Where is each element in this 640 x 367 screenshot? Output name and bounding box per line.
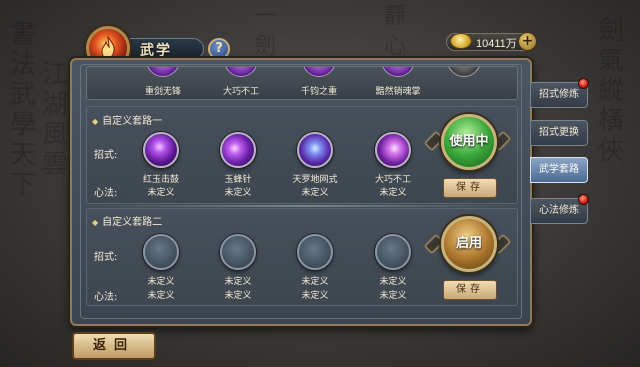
skill-name: 千钧之重 [300,87,338,97]
notification-badge [578,78,589,89]
skill-row-label: 招式: [94,150,118,161]
method-name[interactable]: 未定义 [301,288,328,301]
method-name[interactable]: 未定义 [147,185,174,198]
empty-skill-slot-1[interactable] [143,234,179,270]
notification-badge [578,194,589,205]
background-calligraphy: 一劍 [253,4,276,59]
set-2-title-text: 自定义套路二 [102,217,163,228]
add-currency-button[interactable]: + [518,32,537,51]
method-name[interactable]: 未定义 [379,288,406,301]
skill-name: 大巧不工 [374,175,412,185]
method-row-label: 心法: [94,292,118,303]
enable-button[interactable]: 启用 [441,216,497,272]
equipped-skills-strip[interactable]: 重剑无锋 大巧不工 千钧之重 黯然销魂掌 [86,66,518,100]
currency-amount: 10411万 [476,38,517,50]
background-calligraphy: 江湖風雲 [41,60,68,180]
coin-icon [450,33,472,49]
skill-name: 红玉击鼓 [142,175,180,185]
skill-slot-1[interactable] [143,132,179,168]
skill-name: 玉蜂针 [224,175,252,185]
background-calligraphy: 劍氣縱橫俠 [597,16,624,166]
page-title: 武学 [140,43,172,59]
save-button[interactable]: 保存 [443,178,497,198]
background-calligraphy: 書法武學天下 [9,20,36,200]
method-name[interactable]: 未定义 [379,185,406,198]
set-2-title: ◆ 自定义套路二 [92,213,162,228]
tab-skill-swap[interactable]: 招式更换 [530,120,588,146]
skill-name: 黯然销魂掌 [375,87,421,97]
skill-name: 未定义 [224,277,252,287]
in-use-button[interactable]: 使用中 [441,114,497,170]
skill-orb[interactable] [447,67,481,77]
empty-skill-slot-2[interactable] [220,234,256,270]
method-name[interactable]: 未定义 [224,288,251,301]
diamond-icon: ◆ [92,218,99,227]
empty-skill-slot-4[interactable] [375,234,411,270]
skill-name: 大巧不工 [222,87,260,97]
save-button[interactable]: 保存 [443,280,497,300]
method-row-label: 心法: [94,188,118,199]
tab-martial-sets[interactable]: 武学套路 [530,157,588,183]
skill-name: 未定义 [301,277,329,287]
skill-name: 天罗地网式 [292,175,338,185]
set-1-title: ◆ 自定义套路一 [92,112,162,127]
empty-skill-slot-3[interactable] [297,234,333,270]
background-calligraphy: 靜心 [383,4,406,59]
method-name[interactable]: 未定义 [147,288,174,301]
skill-orb[interactable] [381,67,415,77]
skill-slot-2[interactable] [220,132,256,168]
skill-slot-3[interactable] [297,132,333,168]
skill-slot-4[interactable] [375,132,411,168]
help-button[interactable]: ? [208,38,230,60]
skill-orb[interactable] [146,67,180,77]
back-button[interactable]: 返回 [72,332,156,360]
skill-orb[interactable] [224,67,258,77]
method-name[interactable]: 未定义 [301,185,328,198]
skill-orb[interactable] [302,67,336,77]
skill-row-label: 招式: [94,252,118,263]
method-name[interactable]: 未定义 [224,185,251,198]
skill-name: 未定义 [379,277,407,287]
skill-name: 重剑无锋 [144,87,182,97]
skill-name: 未定义 [147,277,175,287]
diamond-icon: ◆ [92,117,99,126]
set-1-title-text: 自定义套路一 [102,116,163,127]
divider [86,205,518,207]
